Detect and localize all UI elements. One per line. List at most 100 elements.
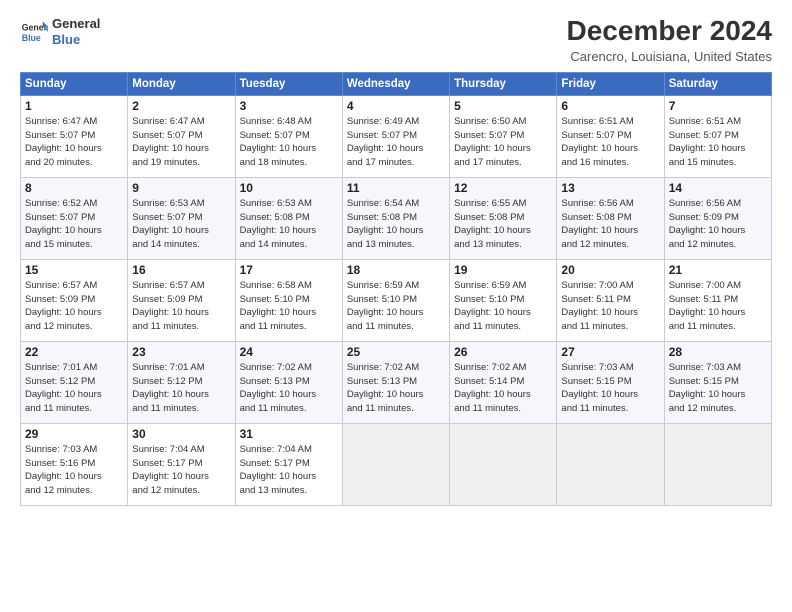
day-info: Sunrise: 6:56 AM Sunset: 5:09 PM Dayligh…	[669, 197, 767, 252]
day-info: Sunrise: 6:57 AM Sunset: 5:09 PM Dayligh…	[25, 279, 123, 334]
title-section: December 2024 Carencro, Louisiana, Unite…	[567, 16, 772, 64]
calendar-cell: 15 Sunrise: 6:57 AM Sunset: 5:09 PM Dayli…	[21, 259, 128, 341]
calendar-cell: 9 Sunrise: 6:53 AM Sunset: 5:07 PM Daylig…	[128, 177, 235, 259]
calendar-table: SundayMondayTuesdayWednesdayThursdayFrid…	[20, 72, 772, 506]
day-info: Sunrise: 6:59 AM Sunset: 5:10 PM Dayligh…	[454, 279, 552, 334]
calendar-cell: 30Sunrise: 7:04 AM Sunset: 5:17 PM Dayli…	[128, 423, 235, 505]
day-number: 5	[454, 99, 552, 113]
logo-icon: General Blue	[20, 18, 48, 46]
day-info: Sunrise: 6:51 AM Sunset: 5:07 PM Dayligh…	[669, 115, 767, 170]
day-number: 31	[240, 427, 338, 441]
svg-text:Blue: Blue	[22, 32, 41, 42]
col-header-friday: Friday	[557, 72, 664, 95]
day-info: Sunrise: 7:01 AM Sunset: 5:12 PM Dayligh…	[132, 361, 230, 416]
calendar-cell	[450, 423, 557, 505]
page: General Blue General Blue December 2024 …	[0, 0, 792, 612]
calendar-cell: 17Sunrise: 6:58 AM Sunset: 5:10 PM Dayli…	[235, 259, 342, 341]
day-info: Sunrise: 7:03 AM Sunset: 5:16 PM Dayligh…	[25, 443, 123, 498]
day-number: 2	[132, 99, 230, 113]
calendar-cell: 26 Sunrise: 7:02 AM Sunset: 5:14 PM Dayli…	[450, 341, 557, 423]
col-header-saturday: Saturday	[664, 72, 771, 95]
week-row-3: 15 Sunrise: 6:57 AM Sunset: 5:09 PM Dayli…	[21, 259, 772, 341]
calendar-cell: 4Sunrise: 6:49 AM Sunset: 5:07 PM Daylig…	[342, 95, 449, 177]
calendar-cell: 22 Sunrise: 7:01 AM Sunset: 5:12 PM Dayli…	[21, 341, 128, 423]
day-info: Sunrise: 7:00 AM Sunset: 5:11 PM Dayligh…	[669, 279, 767, 334]
day-info: Sunrise: 6:53 AM Sunset: 5:07 PM Dayligh…	[132, 197, 230, 252]
calendar-cell: 13 Sunrise: 6:56 AM Sunset: 5:08 PM Dayli…	[557, 177, 664, 259]
calendar-cell	[557, 423, 664, 505]
day-info: Sunrise: 7:01 AM Sunset: 5:12 PM Dayligh…	[25, 361, 123, 416]
day-number: 25	[347, 345, 445, 359]
col-header-wednesday: Wednesday	[342, 72, 449, 95]
week-row-4: 22 Sunrise: 7:01 AM Sunset: 5:12 PM Dayli…	[21, 341, 772, 423]
day-number: 11	[347, 181, 445, 195]
day-number: 20	[561, 263, 659, 277]
calendar-cell: 19 Sunrise: 6:59 AM Sunset: 5:10 PM Dayli…	[450, 259, 557, 341]
day-number: 21	[669, 263, 767, 277]
header: General Blue General Blue December 2024 …	[20, 16, 772, 64]
day-info: Sunrise: 7:02 AM Sunset: 5:13 PM Dayligh…	[240, 361, 338, 416]
calendar-cell: 12 Sunrise: 6:55 AM Sunset: 5:08 PM Dayli…	[450, 177, 557, 259]
day-info: Sunrise: 7:00 AM Sunset: 5:11 PM Dayligh…	[561, 279, 659, 334]
col-header-tuesday: Tuesday	[235, 72, 342, 95]
day-info: Sunrise: 6:51 AM Sunset: 5:07 PM Dayligh…	[561, 115, 659, 170]
calendar-cell: 16 Sunrise: 6:57 AM Sunset: 5:09 PM Dayli…	[128, 259, 235, 341]
day-info: Sunrise: 6:47 AM Sunset: 5:07 PM Dayligh…	[132, 115, 230, 170]
day-number: 29	[25, 427, 123, 441]
day-number: 15	[25, 263, 123, 277]
calendar-cell: 31 Sunrise: 7:04 AM Sunset: 5:17 PM Dayli…	[235, 423, 342, 505]
day-info: Sunrise: 6:49 AM Sunset: 5:07 PM Dayligh…	[347, 115, 445, 170]
col-header-monday: Monday	[128, 72, 235, 95]
day-number: 10	[240, 181, 338, 195]
calendar-cell: 3 Sunrise: 6:48 AM Sunset: 5:07 PM Daylig…	[235, 95, 342, 177]
calendar-cell: 11 Sunrise: 6:54 AM Sunset: 5:08 PM Dayli…	[342, 177, 449, 259]
col-header-thursday: Thursday	[450, 72, 557, 95]
header-row: SundayMondayTuesdayWednesdayThursdayFrid…	[21, 72, 772, 95]
day-info: Sunrise: 6:53 AM Sunset: 5:08 PM Dayligh…	[240, 197, 338, 252]
day-info: Sunrise: 6:57 AM Sunset: 5:09 PM Dayligh…	[132, 279, 230, 334]
day-info: Sunrise: 6:56 AM Sunset: 5:08 PM Dayligh…	[561, 197, 659, 252]
logo-text-blue: Blue	[52, 32, 100, 48]
calendar-cell: 21 Sunrise: 7:00 AM Sunset: 5:11 PM Dayli…	[664, 259, 771, 341]
day-number: 23	[132, 345, 230, 359]
day-info: Sunrise: 7:03 AM Sunset: 5:15 PM Dayligh…	[561, 361, 659, 416]
calendar-cell: 6 Sunrise: 6:51 AM Sunset: 5:07 PM Daylig…	[557, 95, 664, 177]
day-number: 16	[132, 263, 230, 277]
calendar-cell: 14 Sunrise: 6:56 AM Sunset: 5:09 PM Dayli…	[664, 177, 771, 259]
day-info: Sunrise: 7:04 AM Sunset: 5:17 PM Dayligh…	[240, 443, 338, 498]
day-info: Sunrise: 6:50 AM Sunset: 5:07 PM Dayligh…	[454, 115, 552, 170]
day-number: 3	[240, 99, 338, 113]
day-info: Sunrise: 7:03 AM Sunset: 5:15 PM Dayligh…	[669, 361, 767, 416]
calendar-cell: 5 Sunrise: 6:50 AM Sunset: 5:07 PM Daylig…	[450, 95, 557, 177]
day-number: 14	[669, 181, 767, 195]
calendar-cell: 18Sunrise: 6:59 AM Sunset: 5:10 PM Dayli…	[342, 259, 449, 341]
day-number: 17	[240, 263, 338, 277]
calendar-cell	[664, 423, 771, 505]
week-row-1: 1Sunrise: 6:47 AM Sunset: 5:07 PM Daylig…	[21, 95, 772, 177]
day-info: Sunrise: 6:54 AM Sunset: 5:08 PM Dayligh…	[347, 197, 445, 252]
week-row-5: 29 Sunrise: 7:03 AM Sunset: 5:16 PM Dayli…	[21, 423, 772, 505]
day-number: 9	[132, 181, 230, 195]
calendar-cell: 28 Sunrise: 7:03 AM Sunset: 5:15 PM Dayli…	[664, 341, 771, 423]
day-info: Sunrise: 6:48 AM Sunset: 5:07 PM Dayligh…	[240, 115, 338, 170]
day-info: Sunrise: 7:02 AM Sunset: 5:14 PM Dayligh…	[454, 361, 552, 416]
day-number: 6	[561, 99, 659, 113]
calendar-cell: 10 Sunrise: 6:53 AM Sunset: 5:08 PM Dayli…	[235, 177, 342, 259]
col-header-sunday: Sunday	[21, 72, 128, 95]
day-number: 22	[25, 345, 123, 359]
calendar-cell: 20 Sunrise: 7:00 AM Sunset: 5:11 PM Dayli…	[557, 259, 664, 341]
day-number: 24	[240, 345, 338, 359]
day-number: 28	[669, 345, 767, 359]
calendar-cell: 23 Sunrise: 7:01 AM Sunset: 5:12 PM Dayli…	[128, 341, 235, 423]
day-number: 13	[561, 181, 659, 195]
day-number: 19	[454, 263, 552, 277]
day-number: 12	[454, 181, 552, 195]
calendar-cell: 8Sunrise: 6:52 AM Sunset: 5:07 PM Daylig…	[21, 177, 128, 259]
calendar-cell: 7 Sunrise: 6:51 AM Sunset: 5:07 PM Daylig…	[664, 95, 771, 177]
day-info: Sunrise: 6:55 AM Sunset: 5:08 PM Dayligh…	[454, 197, 552, 252]
day-number: 7	[669, 99, 767, 113]
calendar-cell: 24 Sunrise: 7:02 AM Sunset: 5:13 PM Dayli…	[235, 341, 342, 423]
day-number: 26	[454, 345, 552, 359]
main-title: December 2024	[567, 16, 772, 47]
day-info: Sunrise: 7:02 AM Sunset: 5:13 PM Dayligh…	[347, 361, 445, 416]
